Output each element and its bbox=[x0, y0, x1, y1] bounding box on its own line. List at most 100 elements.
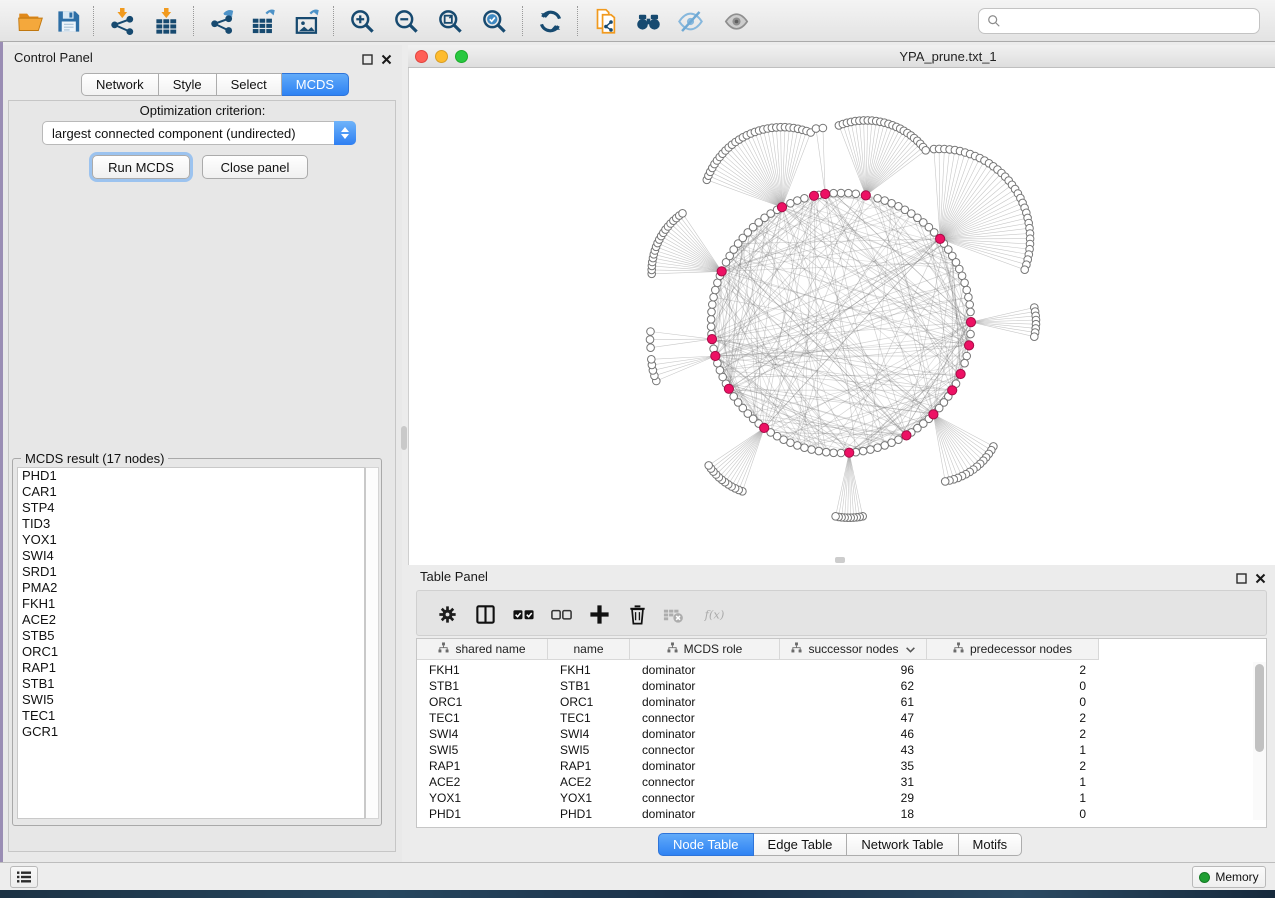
network-node[interactable] bbox=[730, 393, 738, 401]
mcds-result-item[interactable]: RAP1 bbox=[18, 660, 364, 676]
column-header-successor-nodes[interactable]: successor nodes bbox=[780, 639, 927, 660]
zoom-fit-icon[interactable] bbox=[432, 3, 468, 39]
import-network-icon[interactable] bbox=[104, 3, 140, 39]
network-dominator-node[interactable] bbox=[936, 234, 945, 243]
tab-mcds[interactable]: MCDS bbox=[282, 73, 349, 96]
column-header-predecessor-nodes[interactable]: predecessor nodes bbox=[927, 639, 1099, 660]
network-satellite-node[interactable] bbox=[679, 210, 687, 218]
network-node[interactable] bbox=[712, 286, 720, 294]
mcds-result-item[interactable]: FKH1 bbox=[18, 596, 364, 612]
network-dominator-node[interactable] bbox=[845, 448, 854, 457]
column-header-MCDS-role[interactable]: MCDS role bbox=[630, 639, 780, 660]
import-table-icon[interactable] bbox=[148, 3, 184, 39]
network-node[interactable] bbox=[867, 446, 875, 454]
search-field[interactable] bbox=[1001, 14, 1259, 29]
network-satellite-node[interactable] bbox=[922, 147, 930, 155]
network-node[interactable] bbox=[716, 366, 724, 374]
network-satellite-node[interactable] bbox=[1031, 333, 1039, 341]
gear-icon[interactable] bbox=[431, 598, 463, 630]
network-satellite-node[interactable] bbox=[647, 344, 655, 352]
network-node[interactable] bbox=[707, 316, 715, 324]
table-row[interactable]: ACE2ACE2connector311 bbox=[417, 774, 1099, 790]
network-node[interactable] bbox=[710, 293, 718, 301]
network-dominator-node[interactable] bbox=[711, 351, 720, 360]
network-dominator-node[interactable] bbox=[809, 191, 818, 200]
save-icon[interactable] bbox=[50, 3, 86, 39]
table-row[interactable]: YOX1YOX1connector291 bbox=[417, 790, 1099, 806]
network-node[interactable] bbox=[965, 293, 973, 301]
network-node[interactable] bbox=[794, 197, 802, 205]
plus-icon[interactable] bbox=[583, 598, 615, 630]
table-row[interactable]: STB1STB1dominator620 bbox=[417, 678, 1099, 694]
network-satellite-node[interactable] bbox=[705, 462, 713, 470]
network-node[interactable] bbox=[859, 447, 867, 455]
network-satellite-node[interactable] bbox=[647, 328, 655, 336]
mcds-result-item[interactable]: STP4 bbox=[18, 500, 364, 516]
table-row[interactable]: SWI5SWI5connector431 bbox=[417, 742, 1099, 758]
network-dominator-node[interactable] bbox=[902, 431, 911, 440]
network-dominator-node[interactable] bbox=[724, 384, 733, 393]
table-close-panel-icon[interactable] bbox=[1255, 571, 1266, 582]
table-row[interactable]: ORC1ORC1dominator610 bbox=[417, 694, 1099, 710]
table-row[interactable]: RAP1RAP1dominator352 bbox=[417, 758, 1099, 774]
network-node[interactable] bbox=[830, 189, 838, 197]
canvas-splitter-handle[interactable] bbox=[835, 557, 845, 563]
table-float-window-icon[interactable] bbox=[1236, 571, 1247, 582]
trash-icon[interactable] bbox=[621, 598, 653, 630]
mcds-result-item[interactable]: GCR1 bbox=[18, 724, 364, 740]
network-node[interactable] bbox=[837, 189, 845, 197]
network-node[interactable] bbox=[709, 301, 717, 309]
network-dominator-node[interactable] bbox=[965, 341, 974, 350]
checked-pair-icon[interactable] bbox=[507, 598, 539, 630]
mcds-result-item[interactable]: STB5 bbox=[18, 628, 364, 644]
mcds-list-scrollbar[interactable] bbox=[365, 467, 379, 819]
table-scrollbar-thumb[interactable] bbox=[1255, 664, 1264, 752]
binoculars-icon[interactable] bbox=[630, 3, 666, 39]
task-list-button[interactable] bbox=[10, 866, 38, 888]
network-dominator-node[interactable] bbox=[948, 386, 957, 395]
table-scrollbar[interactable] bbox=[1253, 662, 1266, 820]
network-node[interactable] bbox=[967, 308, 975, 316]
tab-network-table[interactable]: Network Table bbox=[847, 833, 958, 856]
search-input[interactable] bbox=[978, 8, 1260, 34]
close-panel-icon[interactable] bbox=[381, 52, 392, 63]
column-header-name[interactable]: name bbox=[548, 639, 630, 660]
share-document-icon[interactable] bbox=[588, 3, 624, 39]
column-header-shared-name[interactable]: shared name bbox=[417, 639, 548, 660]
network-node[interactable] bbox=[874, 444, 882, 452]
mcds-result-item[interactable]: TID3 bbox=[18, 516, 364, 532]
network-node[interactable] bbox=[801, 195, 809, 203]
export-image-icon[interactable] bbox=[289, 3, 325, 39]
network-node[interactable] bbox=[837, 449, 845, 457]
mcds-result-item[interactable]: STB1 bbox=[18, 676, 364, 692]
network-satellite-node[interactable] bbox=[832, 513, 840, 521]
tab-style[interactable]: Style bbox=[159, 73, 217, 96]
network-node[interactable] bbox=[958, 272, 966, 280]
network-node[interactable] bbox=[830, 449, 838, 457]
mcds-result-item[interactable]: SWI4 bbox=[18, 548, 364, 564]
tab-node-table[interactable]: Node Table bbox=[658, 833, 754, 856]
network-dominator-node[interactable] bbox=[929, 410, 938, 419]
network-dominator-node[interactable] bbox=[777, 203, 786, 212]
mcds-result-item[interactable]: YOX1 bbox=[18, 532, 364, 548]
unchecked-pair-icon[interactable] bbox=[545, 598, 577, 630]
float-window-icon[interactable] bbox=[362, 52, 373, 63]
network-node[interactable] bbox=[801, 444, 809, 452]
refresh-icon[interactable] bbox=[532, 3, 568, 39]
network-dominator-node[interactable] bbox=[821, 189, 830, 198]
zoom-selected-icon[interactable] bbox=[476, 3, 512, 39]
network-satellite-node[interactable] bbox=[819, 124, 827, 132]
network-node[interactable] bbox=[707, 323, 715, 331]
close-panel-button[interactable]: Close panel bbox=[202, 155, 308, 179]
mcds-result-item[interactable]: PHD1 bbox=[18, 468, 364, 484]
mcds-result-item[interactable]: CAR1 bbox=[18, 484, 364, 500]
hide-eye-icon[interactable] bbox=[672, 3, 708, 39]
tab-network[interactable]: Network bbox=[81, 73, 159, 96]
mcds-result-item[interactable]: PMA2 bbox=[18, 580, 364, 596]
mcds-result-item[interactable]: SRD1 bbox=[18, 564, 364, 580]
tab-edge-table[interactable]: Edge Table bbox=[754, 833, 848, 856]
network-satellite-node[interactable] bbox=[646, 336, 654, 344]
mcds-result-item[interactable]: TEC1 bbox=[18, 708, 364, 724]
network-node[interactable] bbox=[808, 446, 816, 454]
network-satellite-node[interactable] bbox=[941, 478, 949, 486]
